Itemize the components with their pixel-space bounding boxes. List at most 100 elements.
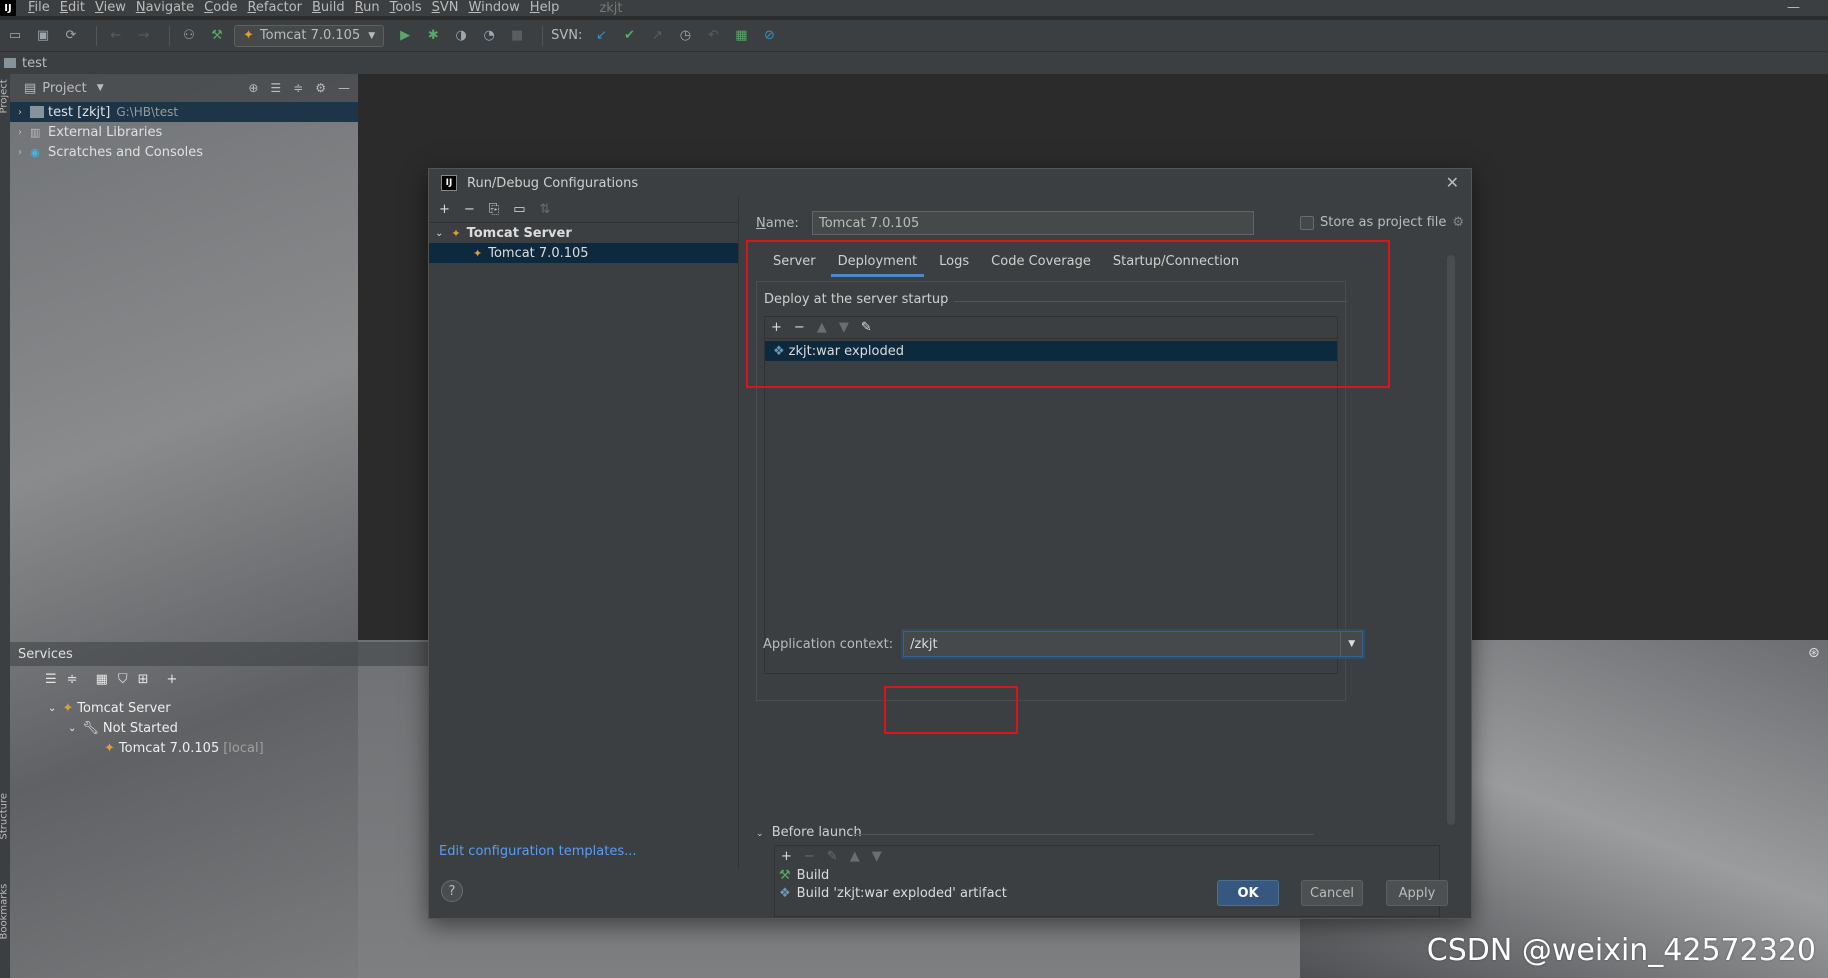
edit-templates-link[interactable]: Edit configuration templates... — [439, 844, 637, 859]
project-panel-title[interactable]: Project — [42, 81, 86, 96]
tomcat-icon: ✦ — [473, 246, 483, 260]
apply-button[interactable]: Apply — [1386, 880, 1448, 906]
structure-tool-tab[interactable]: Structure — [0, 793, 10, 840]
store-as-project-checkbox[interactable] — [1300, 215, 1314, 230]
config-item-tomcat[interactable]: ✦ Tomcat 7.0.105 — [429, 243, 738, 263]
collapse-all-icon[interactable]: ≑ — [293, 81, 303, 95]
edit-pencil-icon[interactable]: ✎ — [827, 849, 838, 864]
move-to-folder-icon[interactable]: ▭ — [513, 202, 525, 217]
add-icon[interactable]: + — [781, 849, 792, 864]
chevron-down-icon[interactable]: ⌄ — [756, 829, 764, 839]
tree-item-project-root[interactable]: › test [zkjt] G:\HB\test — [10, 102, 358, 122]
add-icon[interactable]: + — [439, 202, 450, 217]
locate-icon[interactable]: ⊕ — [248, 81, 258, 95]
minimize-icon[interactable]: — — [1787, 0, 1800, 15]
before-launch-toolbar: + − ✎ ▲ ▼ — [775, 846, 1439, 866]
tree-item-scratches[interactable]: › ◉ Scratches and Consoles — [10, 142, 358, 162]
chevron-down-icon[interactable]: ⌄ — [68, 723, 76, 734]
user-dropdown-icon[interactable]: ⚇ — [178, 25, 200, 47]
settings-circle-icon[interactable]: ⊛ — [1808, 645, 1820, 661]
build-hammer-icon[interactable]: ⚒ — [206, 25, 228, 47]
vertical-scrollbar[interactable] — [1447, 255, 1455, 825]
add-service-icon[interactable]: + — [167, 672, 178, 687]
menu-refactor[interactable]: Refactor — [247, 0, 302, 16]
services-title[interactable]: Services — [18, 647, 73, 662]
cancel-button[interactable]: Cancel — [1301, 880, 1363, 906]
close-icon[interactable]: ✕ — [1446, 173, 1459, 192]
chevron-down-icon[interactable]: ⌄ — [435, 228, 443, 239]
menu-file[interactable]: File — [28, 0, 50, 16]
rollback-icon[interactable]: ↶ — [702, 25, 724, 47]
hide-icon[interactable]: — — [338, 81, 350, 95]
name-field[interactable]: Tomcat 7.0.105 — [812, 211, 1254, 235]
group-icon[interactable]: ▦ — [96, 672, 108, 687]
menu-window[interactable]: Window — [469, 0, 520, 16]
menu-svn[interactable]: SVN — [432, 0, 459, 16]
chevron-right-icon[interactable]: › — [18, 127, 22, 138]
remove-icon[interactable]: − — [464, 202, 475, 217]
copy-icon[interactable]: ⎘ — [489, 202, 499, 217]
chevron-down-icon[interactable]: ▼ — [97, 83, 104, 93]
svn-commit-icon[interactable]: ✔ — [618, 25, 640, 47]
expand-all-icon[interactable]: ☰ — [270, 81, 281, 95]
coverage-icon[interactable]: ◑ — [450, 25, 472, 47]
store-as-project-label: Store as project file — [1320, 215, 1447, 230]
project-tool-tab[interactable]: Project — [0, 79, 10, 113]
svn-update-icon[interactable]: ↙ — [590, 25, 612, 47]
highlight-box-app-context — [884, 686, 1018, 734]
chevron-down-icon[interactable]: ▼ — [1340, 632, 1362, 656]
services-tree-not-started[interactable]: ⌄ 🔧︎ Not Started — [68, 718, 178, 738]
services-tree-tomcat-instance[interactable]: ✦ Tomcat 7.0.105 [local] — [104, 738, 264, 758]
chevron-right-icon[interactable]: › — [18, 147, 22, 158]
no-entry-icon[interactable]: ⊘ — [758, 25, 780, 47]
before-launch-header[interactable]: ⌄ Before launch — [756, 825, 862, 840]
save-all-icon[interactable]: ▣ — [32, 25, 54, 47]
gear-icon[interactable]: ⚙ — [315, 81, 326, 95]
chevron-down-icon[interactable]: ⌄ — [48, 703, 56, 714]
services-tree-label: Tomcat 7.0.105 — [118, 740, 220, 756]
open-folder-icon[interactable]: ▭ — [4, 25, 26, 47]
debug-icon[interactable]: ✱ — [422, 25, 444, 47]
svn-compare-icon[interactable]: ↗ — [646, 25, 668, 47]
move-up-icon[interactable]: ▲ — [850, 849, 860, 864]
history-icon[interactable]: ◷ — [674, 25, 696, 47]
remove-icon[interactable]: − — [804, 849, 815, 864]
tree-item-external-libraries[interactable]: › ▥ External Libraries — [10, 122, 358, 142]
menu-code[interactable]: Code — [204, 0, 237, 16]
gear-icon[interactable]: ⚙ — [1452, 215, 1464, 230]
menu-tools[interactable]: Tools — [390, 0, 422, 16]
config-group-tomcat-server[interactable]: ⌄ ✦ Tomcat Server — [429, 223, 738, 243]
help-button[interactable]: ? — [441, 880, 463, 902]
services-tree-tomcat-server[interactable]: ⌄ ✦ Tomcat Server — [48, 698, 171, 718]
toolbar-divider — [169, 25, 170, 46]
ok-button[interactable]: OK — [1217, 880, 1279, 906]
expand-all-icon[interactable]: ☰ — [45, 672, 57, 687]
breadcrumb-project[interactable]: test — [22, 56, 47, 71]
tree-item-label: test [zkjt] — [48, 104, 111, 120]
menu-navigate[interactable]: Navigate — [136, 0, 194, 16]
run-icon[interactable]: ▶ — [394, 25, 416, 47]
chevron-right-icon[interactable]: › — [18, 107, 22, 118]
application-context-combobox[interactable]: /zkjt ▼ — [903, 631, 1364, 657]
back-icon[interactable]: ← — [105, 25, 127, 47]
profile-icon[interactable]: ◔ — [478, 25, 500, 47]
sort-icon[interactable]: ⇅ — [540, 202, 551, 217]
stop-icon[interactable]: ■ — [506, 25, 528, 47]
filter-icon[interactable]: ⛉ — [118, 672, 128, 687]
run-config-selector[interactable]: ✦ Tomcat 7.0.105 ▼ — [234, 24, 385, 47]
dialog-title: Run/Debug Configurations — [467, 175, 639, 191]
services-tree-suffix: [local] — [223, 740, 264, 756]
menu-help[interactable]: Help — [530, 0, 560, 16]
menu-run[interactable]: Run — [355, 0, 380, 16]
sync-icon[interactable]: ⟳ — [60, 25, 82, 47]
menu-build[interactable]: Build — [312, 0, 345, 16]
menu-view[interactable]: View — [95, 0, 126, 16]
move-down-icon[interactable]: ▼ — [872, 849, 882, 864]
menu-edit[interactable]: Edit — [60, 0, 85, 16]
monitor-icon[interactable]: ▦ — [730, 25, 752, 47]
collapse-all-icon[interactable]: ≑ — [67, 672, 78, 687]
store-as-project-file[interactable]: Store as project file ⚙ — [1300, 215, 1464, 230]
new-tab-icon[interactable]: ⊞ — [138, 672, 149, 687]
forward-icon[interactable]: → — [133, 25, 155, 47]
bookmarks-tool-tab[interactable]: Bookmarks — [0, 884, 10, 940]
